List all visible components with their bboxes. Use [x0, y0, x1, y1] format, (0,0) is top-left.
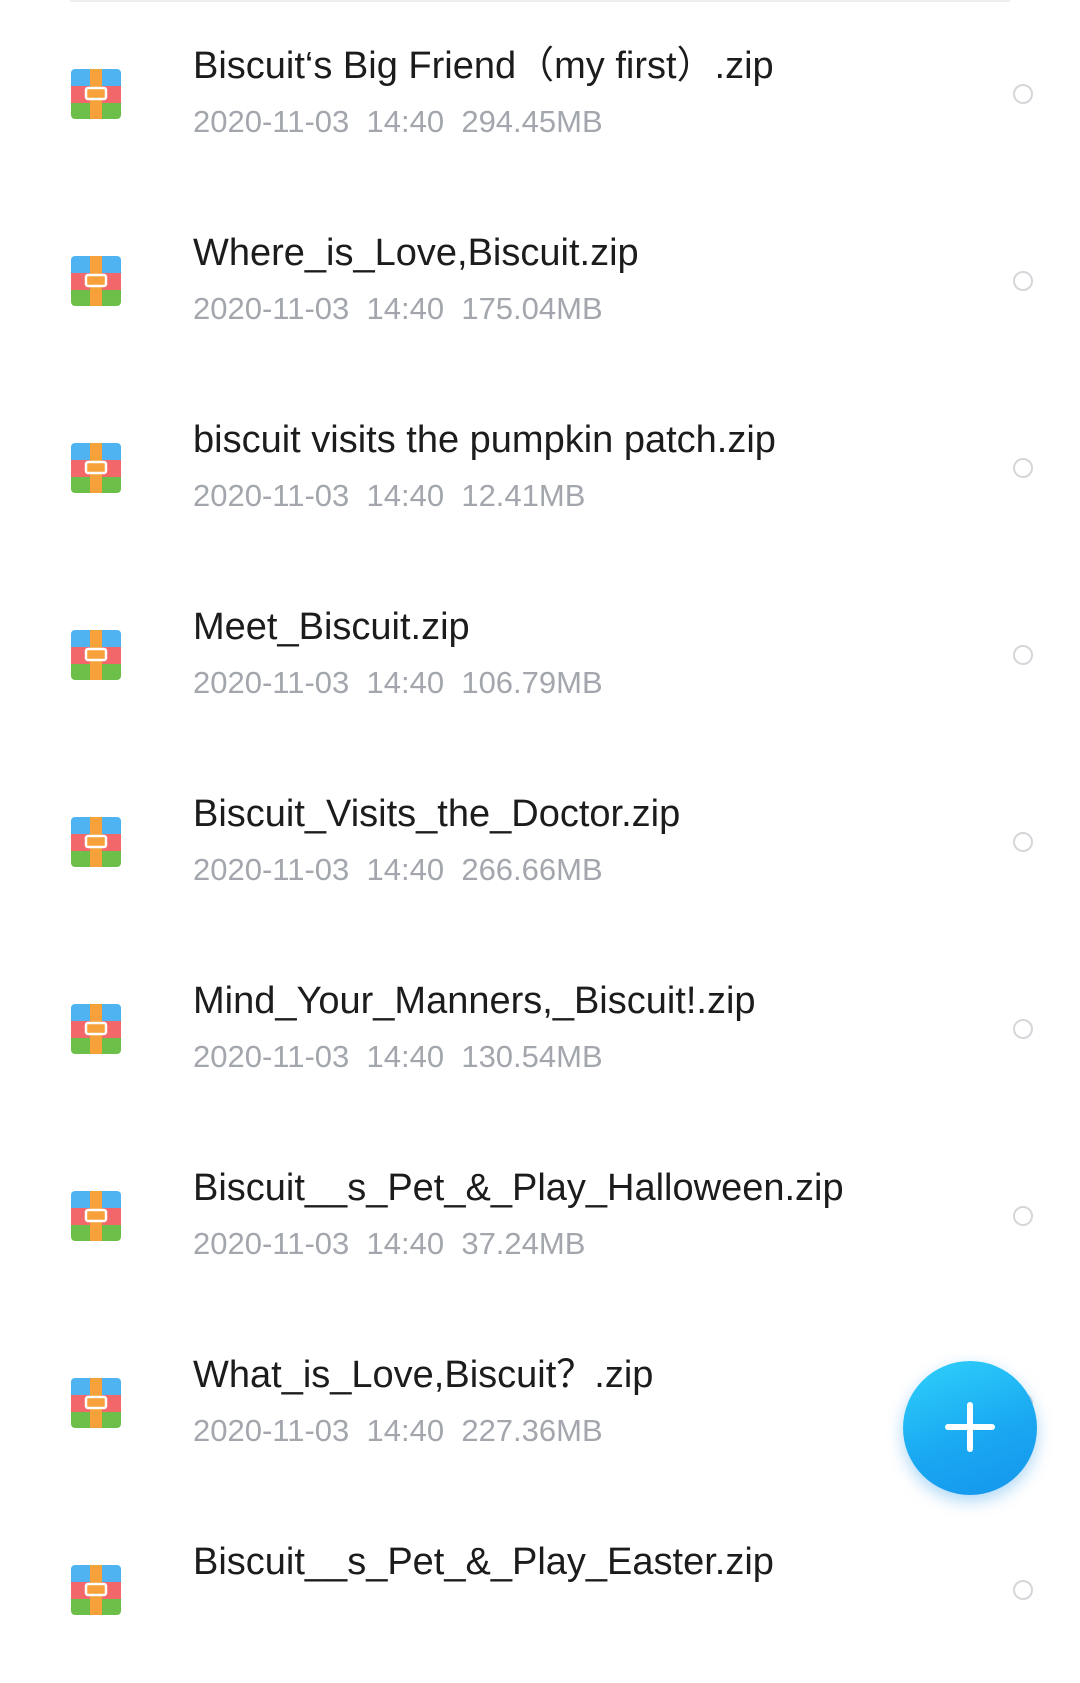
file-time: 14:40	[366, 1226, 445, 1261]
file-size: 130.54MB	[461, 1039, 603, 1074]
file-date: 2020-11-03	[193, 291, 350, 326]
file-time: 14:40	[366, 1039, 445, 1074]
zip-archive-icon	[71, 1378, 121, 1428]
zip-archive-icon	[71, 630, 121, 680]
file-row[interactable]: Biscuit__s_Pet_&_Play_Easter.zip	[0, 1496, 1080, 1683]
file-time: 14:40	[366, 852, 445, 887]
select-radio[interactable]	[1013, 84, 1033, 104]
file-meta: 2020-11-03 14:40 227.36MB	[193, 1413, 603, 1449]
file-row[interactable]: Meet_Biscuit.zip 2020-11-03 14:40 106.79M…	[0, 561, 1080, 748]
file-row[interactable]: Biscuit__s_Pet_&_Play_Halloween.zip 2020-…	[0, 1122, 1080, 1309]
file-size: 37.24MB	[461, 1226, 586, 1261]
file-size: 106.79MB	[461, 665, 603, 700]
select-radio[interactable]	[1013, 1580, 1033, 1600]
plus-icon-vertical	[967, 1402, 973, 1452]
file-name: Mind_Your_Manners,_Biscuit!.zip	[193, 980, 756, 1022]
file-date: 2020-11-03	[193, 1226, 350, 1261]
file-date: 2020-11-03	[193, 1413, 350, 1448]
file-date: 2020-11-03	[193, 1039, 350, 1074]
file-meta: 2020-11-03 14:40 106.79MB	[193, 665, 603, 701]
select-radio[interactable]	[1013, 645, 1033, 665]
file-time: 14:40	[366, 478, 445, 513]
zip-archive-icon	[71, 1191, 121, 1241]
select-radio[interactable]	[1013, 271, 1033, 291]
select-radio[interactable]	[1013, 1206, 1033, 1226]
file-time: 14:40	[366, 1413, 445, 1448]
file-size: 12.41MB	[461, 478, 586, 513]
file-name: Biscuit‘s Big Friend（my first）.zip	[193, 45, 774, 87]
file-time: 14:40	[366, 104, 445, 139]
zip-archive-icon	[71, 256, 121, 306]
zip-archive-icon	[71, 69, 121, 119]
file-size: 227.36MB	[461, 1413, 603, 1448]
file-name: Biscuit__s_Pet_&_Play_Easter.zip	[193, 1541, 774, 1583]
file-date: 2020-11-03	[193, 665, 350, 700]
file-name: What_is_Love,Biscuit？.zip	[193, 1354, 654, 1396]
zip-archive-icon	[71, 1004, 121, 1054]
select-radio[interactable]	[1013, 832, 1033, 852]
file-meta: 2020-11-03 14:40 266.66MB	[193, 852, 603, 888]
file-row[interactable]: biscuit visits the pumpkin patch.zip 2020…	[0, 374, 1080, 561]
file-name: Biscuit__s_Pet_&_Play_Halloween.zip	[193, 1167, 844, 1209]
file-date: 2020-11-03	[193, 478, 350, 513]
zip-archive-icon	[71, 1565, 121, 1615]
file-name: Where_is_Love,Biscuit.zip	[193, 232, 639, 274]
file-meta: 2020-11-03 14:40 130.54MB	[193, 1039, 603, 1075]
zip-archive-icon	[71, 443, 121, 493]
file-meta: 2020-11-03 14:40 37.24MB	[193, 1226, 585, 1262]
add-button[interactable]	[903, 1361, 1037, 1495]
file-name: Meet_Biscuit.zip	[193, 606, 470, 648]
file-date: 2020-11-03	[193, 852, 350, 887]
file-row[interactable]: Mind_Your_Manners,_Biscuit!.zip 2020-11-0…	[0, 935, 1080, 1122]
file-meta: 2020-11-03 14:40 175.04MB	[193, 291, 603, 327]
file-list: Biscuit‘s Big Friend（my first）.zip 2020-1…	[0, 0, 1080, 1615]
file-name: biscuit visits the pumpkin patch.zip	[193, 419, 776, 461]
file-meta: 2020-11-03 14:40 294.45MB	[193, 104, 603, 140]
select-radio[interactable]	[1013, 1019, 1033, 1039]
file-size: 175.04MB	[461, 291, 603, 326]
file-name: Biscuit_Visits_the_Doctor.zip	[193, 793, 681, 835]
file-meta: 2020-11-03 14:40 12.41MB	[193, 478, 585, 514]
file-size: 266.66MB	[461, 852, 603, 887]
file-time: 14:40	[366, 291, 445, 326]
file-size: 294.45MB	[461, 104, 603, 139]
zip-archive-icon	[71, 817, 121, 867]
file-time: 14:40	[366, 665, 445, 700]
file-row[interactable]: Biscuit_Visits_the_Doctor.zip 2020-11-03 …	[0, 748, 1080, 935]
select-radio[interactable]	[1013, 458, 1033, 478]
file-row[interactable]: Biscuit‘s Big Friend（my first）.zip 2020-1…	[0, 0, 1080, 187]
file-date: 2020-11-03	[193, 104, 350, 139]
file-row[interactable]: Where_is_Love,Biscuit.zip 2020-11-03 14:4…	[0, 187, 1080, 374]
